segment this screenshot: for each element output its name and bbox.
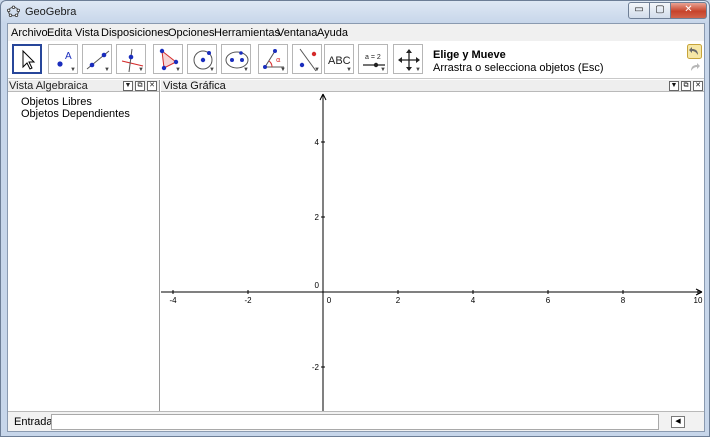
- maximize-button[interactable]: ▢: [649, 2, 671, 19]
- y-tick-label: 0: [315, 281, 320, 290]
- x-tick-label: 10: [694, 296, 703, 305]
- chevron-down-icon: ▼: [70, 67, 76, 73]
- svg-text:α: α: [276, 56, 281, 64]
- minimize-button[interactable]: ▭: [628, 2, 650, 19]
- tree-item-free-objects[interactable]: Objetos Libres: [21, 96, 92, 108]
- panel-close-icon[interactable]: ✕: [147, 81, 157, 91]
- tool-move[interactable]: [12, 44, 42, 74]
- menu-opciones[interactable]: Opciones: [168, 27, 214, 39]
- text-tool-label: ABC: [328, 55, 351, 67]
- chevron-down-icon: ▼: [346, 67, 352, 73]
- tool-line[interactable]: ▼: [82, 44, 112, 74]
- active-tool-title: Elige y Mueve: [433, 49, 506, 61]
- chevron-down-icon: ▼: [243, 67, 249, 73]
- graphics-view[interactable]: Vista Gráfica ▼ ⧉ ✕ -4 -2 0 2 4 6 8 10 4 2 0 -2: [161, 80, 704, 411]
- graphics-view-title: Vista Gráfica: [163, 80, 226, 92]
- tool-slider[interactable]: a = 2 ▼: [358, 44, 388, 74]
- input-bar: Entrada: ◀: [8, 411, 704, 431]
- tool-angle[interactable]: α ▼: [258, 44, 288, 74]
- graphics-canvas[interactable]: -4 -2 0 2 4 6 8 10 4 2 0 -2: [161, 93, 704, 411]
- chevron-down-icon: ▼: [104, 67, 110, 73]
- undock-icon[interactable]: ⧉: [135, 81, 145, 91]
- menu-vista[interactable]: Vista: [75, 27, 99, 39]
- window-title: GeoGebra: [25, 6, 77, 18]
- slider-tool-label: a = 2: [365, 54, 381, 61]
- y-tick-label: 4: [315, 138, 320, 147]
- svg-text:A: A: [65, 51, 72, 62]
- x-tick-label: 0: [327, 296, 332, 305]
- input-field[interactable]: [51, 414, 659, 430]
- chevron-down-icon: ▼: [415, 67, 421, 73]
- algebra-view-title: Vista Algebraica: [9, 80, 88, 92]
- tool-move-view[interactable]: ▼: [393, 44, 423, 74]
- close-button[interactable]: ✕: [670, 2, 707, 19]
- chevron-down-icon: ▼: [314, 67, 320, 73]
- redo-icon[interactable]: [687, 60, 702, 75]
- tool-reflect[interactable]: ▼: [292, 44, 322, 74]
- y-tick-label: -2: [312, 363, 320, 372]
- x-tick-label: 6: [546, 296, 551, 305]
- pointer-icon: [22, 49, 36, 70]
- input-label: Entrada:: [14, 416, 56, 428]
- undo-icon[interactable]: [687, 44, 702, 59]
- menu-herramientas[interactable]: Herramientas: [214, 27, 280, 39]
- app-window: GeoGebra ▭ ▢ ✕ Archivo Edita Vista Dispo…: [0, 0, 710, 437]
- graphics-view-header: Vista Gráfica ▼ ⧉ ✕: [161, 80, 704, 92]
- geogebra-logo-icon: [7, 5, 20, 17]
- chevron-down-icon: ▼: [209, 67, 215, 73]
- tree-item-dependent-objects[interactable]: Objetos Dependientes: [21, 108, 130, 120]
- input-help-icon[interactable]: ◀: [671, 416, 685, 428]
- menu-ayuda[interactable]: Ayuda: [317, 27, 348, 39]
- panel-close-icon[interactable]: ✕: [693, 81, 703, 91]
- tool-perpendicular[interactable]: ▼: [116, 44, 146, 74]
- menu-disposiciones[interactable]: Disposiciones: [101, 27, 169, 39]
- menu-archivo[interactable]: Archivo: [11, 27, 48, 39]
- chevron-down-icon: ▼: [138, 67, 144, 73]
- chevron-down-icon: ▼: [280, 67, 286, 73]
- x-tick-label: 2: [396, 296, 401, 305]
- menu-ventana[interactable]: Ventana: [277, 27, 317, 39]
- x-tick-label: 4: [471, 296, 476, 305]
- tool-point[interactable]: A ▼: [48, 44, 78, 74]
- chevron-down-icon: ▼: [380, 67, 386, 73]
- menu-edita[interactable]: Edita: [47, 27, 72, 39]
- panel-menu-icon[interactable]: ▼: [123, 81, 133, 91]
- app-client-area: Archivo Edita Vista Disposiciones Opcion…: [7, 23, 705, 432]
- toolbar: A ▼ ▼ ▼ ▼ ▼ ▼ α ▼ ▼ ABC ▼ a = 2 ▼ ▼ Elig…: [8, 41, 704, 79]
- chevron-down-icon: ▼: [175, 67, 181, 73]
- title-bar[interactable]: GeoGebra ▭ ▢ ✕: [1, 1, 709, 23]
- y-tick-label: 2: [315, 213, 320, 222]
- menu-bar: Archivo Edita Vista Disposiciones Opcion…: [8, 24, 704, 41]
- x-tick-label: 8: [621, 296, 626, 305]
- algebra-view-header: Vista Algebraica ▼ ⧉ ✕: [8, 80, 159, 92]
- x-tick-label: -4: [169, 296, 177, 305]
- x-tick-label: -2: [244, 296, 252, 305]
- algebra-view: Vista Algebraica ▼ ⧉ ✕ Objetos Libres Ob…: [8, 80, 160, 411]
- tool-ellipse[interactable]: ▼: [221, 44, 251, 74]
- tool-circle[interactable]: ▼: [187, 44, 217, 74]
- tool-polygon[interactable]: ▼: [153, 44, 183, 74]
- undock-icon[interactable]: ⧉: [681, 81, 691, 91]
- tool-text[interactable]: ABC ▼: [324, 44, 354, 74]
- active-tool-help: Arrastra o selecciona objetos (Esc): [433, 62, 604, 74]
- panel-menu-icon[interactable]: ▼: [669, 81, 679, 91]
